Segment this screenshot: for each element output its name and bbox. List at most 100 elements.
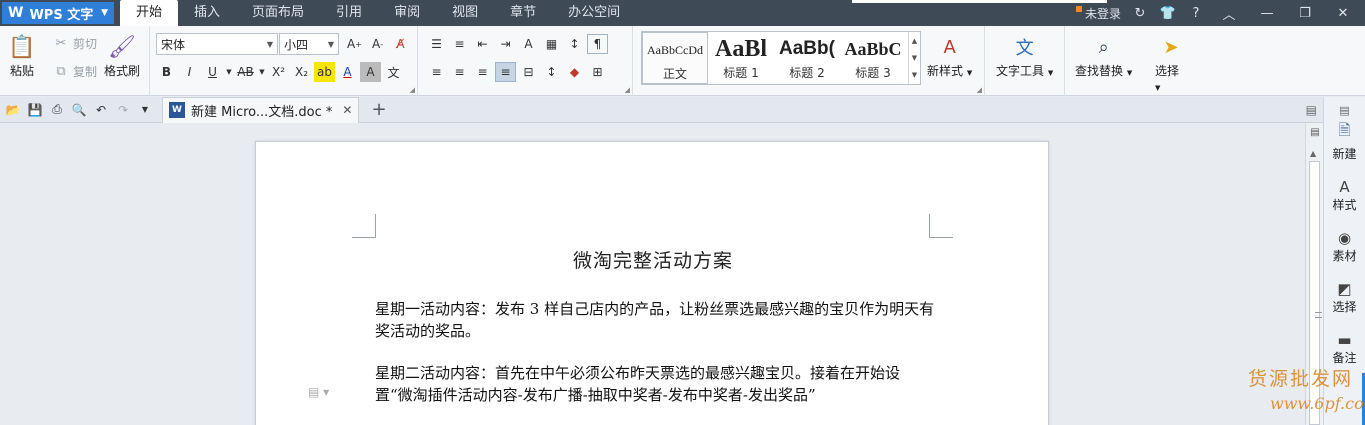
tab-references[interactable]: 引用 xyxy=(320,0,378,26)
highlight-icon[interactable]: ab xyxy=(314,62,335,82)
document-tab[interactable]: W 新建 Micro...文档.doc * ✕ xyxy=(162,96,360,123)
table-icon[interactable]: ▦ xyxy=(541,34,562,54)
tab-insert[interactable]: 插入 xyxy=(178,0,236,26)
collapse-ribbon-icon[interactable]: ︿ xyxy=(1215,4,1243,23)
undo-icon[interactable]: ↶ xyxy=(92,100,110,120)
tab-home[interactable]: 开始 xyxy=(120,0,179,26)
select-button[interactable]: ➤ 选择 ▼ xyxy=(1155,32,1187,93)
line-spacing-icon[interactable]: ↕ xyxy=(541,62,562,82)
chevron-down-icon[interactable]: ▼ xyxy=(912,54,917,62)
style-name: 标题 3 xyxy=(855,66,891,80)
shrink-font-icon[interactable]: A- xyxy=(367,34,388,54)
style-heading-3[interactable]: AaBbC 标题 3 xyxy=(840,32,906,84)
copy-icon: ⧉ xyxy=(56,63,66,79)
shading-icon[interactable]: ◆ xyxy=(564,62,585,82)
paste-button[interactable]: 📋 粘贴 xyxy=(8,32,36,79)
distribute-icon[interactable]: ⊟ xyxy=(518,62,539,82)
task-pane-new-button[interactable]: 🗎 新建 xyxy=(1324,121,1365,174)
justify-icon[interactable]: ≡ xyxy=(495,62,516,82)
paragraph-tuesday[interactable]: 星期二活动内容：首先在中午必须公布昨天票选的最感兴趣宝贝。接着在开始设置“微淘插… xyxy=(375,362,935,406)
style-heading-2[interactable]: AaBb( 标题 2 xyxy=(774,32,840,84)
redo-icon[interactable]: ↷ xyxy=(114,100,132,120)
customize-toolbar-icon[interactable]: ▼ xyxy=(136,100,154,120)
font-color-icon[interactable]: A xyxy=(337,62,358,82)
text-tools-button[interactable]: 文 文字工具 ▼ xyxy=(996,32,1053,79)
grow-font-icon[interactable]: A + xyxy=(344,34,365,54)
tab-list-icon[interactable]: ▤ xyxy=(1306,103,1317,117)
close-tab-icon[interactable]: ✕ xyxy=(342,103,352,117)
document-page[interactable]: 微淘完整活动方案 星期一活动内容：发布 3 样自己店内的产品，让粉丝票选最感兴趣… xyxy=(255,141,1049,425)
style-normal[interactable]: AaBbCcDd 正文 xyxy=(642,32,708,84)
font-name-combo[interactable]: 宋体 ▼ xyxy=(156,33,278,55)
styles-dialog-launcher-icon[interactable]: ◢ xyxy=(977,86,982,94)
copy-button[interactable]: ⧉ 复制 xyxy=(52,62,97,80)
show-marks-icon[interactable]: ¶ xyxy=(587,34,608,54)
underline-icon[interactable]: U xyxy=(202,62,223,82)
document-title[interactable]: 微淘完整活动方案 xyxy=(256,246,1050,273)
align-left-icon[interactable]: ≡ xyxy=(426,62,447,82)
restore-icon[interactable]: ❐ xyxy=(1291,6,1319,21)
select-label: 选择 xyxy=(1155,64,1180,78)
expand-gallery-icon[interactable]: ▼ xyxy=(912,71,917,79)
font-size-combo[interactable]: 小四 ▼ xyxy=(279,33,339,55)
font-dialog-launcher-icon[interactable]: ◢ xyxy=(410,86,415,94)
skin-shirt-icon[interactable]: 👕 xyxy=(1159,6,1177,21)
borders-icon[interactable]: ⊞ xyxy=(587,62,608,82)
chevron-up-icon[interactable]: ▲ xyxy=(912,37,917,45)
sort-icon[interactable]: ↕ xyxy=(564,34,585,54)
chevron-down-icon: ▼ xyxy=(966,69,973,77)
bold-icon[interactable]: B xyxy=(156,62,177,82)
tab-page-layout[interactable]: 页面布局 xyxy=(236,0,320,26)
new-style-button[interactable]: A 新样式 ▼ xyxy=(927,32,972,79)
task-pane-select-button[interactable]: ◩ 选择 xyxy=(1324,276,1365,327)
numbered-list-icon[interactable]: ≡ xyxy=(449,34,470,54)
tab-office-space[interactable]: 办公空间 xyxy=(552,0,636,26)
clear-format-icon[interactable]: A̸ xyxy=(390,34,411,54)
cut-button[interactable]: ✂ 剪切 xyxy=(52,34,97,52)
strikethrough-icon[interactable]: AB xyxy=(235,62,256,82)
char-shading-icon[interactable]: A xyxy=(360,62,381,82)
chevron-down-icon[interactable]: ▼ xyxy=(258,62,266,82)
tab-section[interactable]: 章节 xyxy=(494,0,552,26)
print-icon[interactable]: ⎙ xyxy=(48,100,66,120)
tab-review[interactable]: 审阅 xyxy=(378,0,436,26)
italic-icon[interactable]: I xyxy=(179,62,200,82)
save-icon[interactable]: 💾 xyxy=(26,100,44,120)
task-pane-style-button[interactable]: A 样式 xyxy=(1324,174,1365,225)
ruler-toggle-icon[interactable]: ▤ xyxy=(1308,127,1322,141)
wps-writer-window: W WPS 文字 ▼ 开始 插入 页面布局 引用 审阅 视图 章节 办公空间 未… xyxy=(0,0,1365,425)
help-icon[interactable]: ? xyxy=(1187,6,1205,21)
paragraph-group: ☰ ≡ ⇤ ⇥ A ▦ ↕ ¶ ≡ ≡ ≡ ≡ ⊟ ↕ ◆ ⊞ ◢ xyxy=(420,26,633,96)
gallery-scroll[interactable]: ▲ ▼ ▼ xyxy=(908,32,920,84)
chinese-layout-icon[interactable]: A xyxy=(518,34,539,54)
paragraph-handle-icon[interactable]: ▤ ▾ xyxy=(308,385,329,399)
login-button[interactable]: 未登录 xyxy=(1075,5,1121,22)
paragraph-dialog-launcher-icon[interactable]: ◢ xyxy=(625,86,630,94)
align-right-icon[interactable]: ≡ xyxy=(472,62,493,82)
print-preview-icon[interactable]: 🔍 xyxy=(70,100,88,120)
task-pane-material-button[interactable]: ◉ 素材 xyxy=(1324,225,1365,276)
tab-view[interactable]: 视图 xyxy=(436,0,494,26)
phonetic-guide-icon[interactable]: 文 xyxy=(383,62,404,82)
increase-indent-icon[interactable]: ⇥ xyxy=(495,34,516,54)
close-icon[interactable]: ✕ xyxy=(1329,6,1357,21)
search-box-strip[interactable] xyxy=(852,0,1107,3)
bullet-list-icon[interactable]: ☰ xyxy=(426,34,447,54)
superscript-icon[interactable]: X² xyxy=(268,62,289,82)
open-folder-icon[interactable]: 📂 xyxy=(4,100,22,120)
minimize-icon[interactable]: — xyxy=(1253,6,1281,21)
wps-app-menu-button[interactable]: W WPS 文字 ▼ xyxy=(2,2,114,24)
decrease-indent-icon[interactable]: ⇤ xyxy=(472,34,493,54)
new-style-icon: A xyxy=(943,36,956,58)
find-replace-button[interactable]: ⌕ 查找替换 ▼ xyxy=(1075,32,1132,79)
style-heading-1[interactable]: AaBl 标题 1 xyxy=(708,32,774,84)
paragraph-monday[interactable]: 星期一活动内容：发布 3 样自己店内的产品，让粉丝票选最感兴趣的宝贝作为明天有奖… xyxy=(375,298,935,342)
paste-label: 粘贴 xyxy=(9,64,34,78)
new-tab-plus-icon[interactable]: + xyxy=(371,99,386,120)
align-center-icon[interactable]: ≡ xyxy=(449,62,470,82)
chevron-down-icon[interactable]: ▼ xyxy=(225,62,233,82)
refresh-icon[interactable]: ↻ xyxy=(1131,6,1149,21)
format-painter-button[interactable]: 🖌 格式刷 xyxy=(104,32,140,79)
subscript-icon[interactable]: X₂ xyxy=(291,62,312,82)
scroll-up-icon[interactable]: ▲ xyxy=(1310,149,1316,158)
